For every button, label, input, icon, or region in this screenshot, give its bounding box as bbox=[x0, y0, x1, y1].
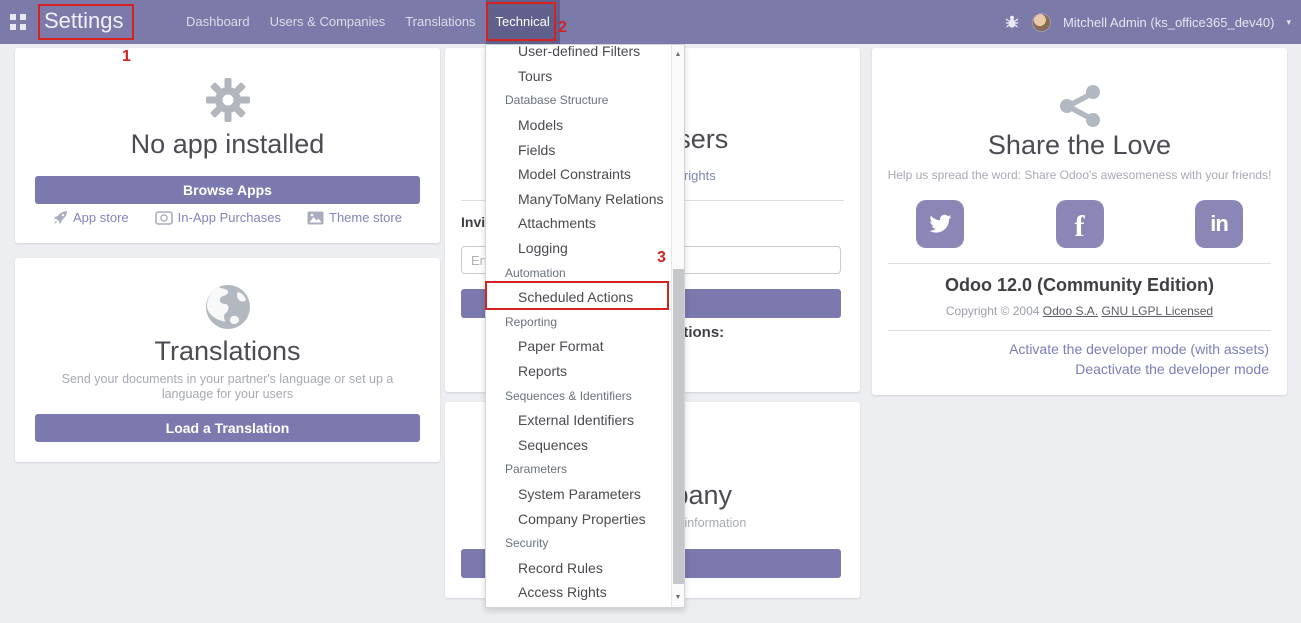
user-avatar[interactable] bbox=[1032, 13, 1051, 32]
share-card-title: Share the Love bbox=[872, 130, 1287, 161]
chevron-down-icon: ▾ bbox=[1286, 17, 1291, 28]
menu-item-access-rights[interactable]: Access Rights bbox=[486, 580, 672, 605]
apps-card-title: No app installed bbox=[15, 129, 440, 160]
app-store-link[interactable]: App store bbox=[53, 210, 129, 225]
theme-store-link[interactable]: Theme store bbox=[307, 210, 402, 225]
scroll-up-icon[interactable]: ▲ bbox=[672, 51, 684, 58]
globe-icon bbox=[15, 284, 440, 330]
technical-menu-list: User-defined Filters Tours Database Stru… bbox=[486, 44, 672, 605]
odoo-settings-page: Settings Dashboard Users & Companies Tra… bbox=[0, 0, 1301, 623]
scrollbar-thumb[interactable] bbox=[673, 269, 684, 584]
nav-menu: Dashboard Users & Companies Translations… bbox=[176, 0, 560, 44]
nav-item-technical[interactable]: Technical bbox=[486, 0, 560, 44]
share-card-subtitle: Help us spread the word: Share Odoo's aw… bbox=[872, 168, 1287, 182]
menu-item-record-rules[interactable]: Record Rules bbox=[486, 555, 672, 580]
share-icon bbox=[872, 84, 1287, 128]
store-links: App store In-App Purchases Theme store bbox=[15, 210, 440, 225]
bug-icon[interactable] bbox=[1004, 14, 1020, 30]
menu-item-manytomany-relations[interactable]: ManyToMany Relations bbox=[486, 187, 672, 212]
share-card: Share the Love Help us spread the word: … bbox=[872, 48, 1287, 395]
menu-item-model-constraints[interactable]: Model Constraints bbox=[486, 162, 672, 187]
linkedin-button[interactable]: in bbox=[1195, 200, 1243, 248]
twitter-icon bbox=[926, 212, 954, 236]
scroll-down-icon[interactable]: ▼ bbox=[672, 594, 684, 601]
nav-item-users-companies[interactable]: Users & Companies bbox=[260, 0, 396, 44]
apps-card: No app installed Browse Apps App store I… bbox=[15, 48, 440, 243]
nav-item-dashboard[interactable]: Dashboard bbox=[176, 0, 260, 44]
rocket-icon bbox=[53, 210, 68, 225]
odoo-sa-link[interactable]: Odoo S.A. bbox=[1043, 304, 1098, 318]
divider bbox=[888, 330, 1271, 331]
image-icon bbox=[307, 211, 324, 225]
odoo-version: Odoo 12.0 (Community Edition) bbox=[872, 275, 1287, 296]
menu-item-tours[interactable]: Tours bbox=[486, 64, 672, 89]
menu-item-attachments[interactable]: Attachments bbox=[486, 211, 672, 236]
in-app-purchases-label: In-App Purchases bbox=[178, 210, 281, 225]
menu-item-external-identifiers[interactable]: External Identifiers bbox=[486, 408, 672, 433]
divider bbox=[888, 263, 1271, 264]
menu-item-sequences[interactable]: Sequences bbox=[486, 433, 672, 458]
theme-store-label: Theme store bbox=[329, 210, 402, 225]
social-row: f in bbox=[872, 200, 1287, 248]
user-menu[interactable]: Mitchell Admin (ks_office365_dev40) bbox=[1063, 15, 1275, 30]
browse-apps-button[interactable]: Browse Apps bbox=[35, 176, 420, 204]
load-translation-button[interactable]: Load a Translation bbox=[35, 414, 420, 442]
app-store-label: App store bbox=[73, 210, 129, 225]
menu-item-paper-format[interactable]: Paper Format bbox=[486, 334, 672, 359]
facebook-button[interactable]: f bbox=[1056, 200, 1104, 248]
menu-item-fields[interactable]: Fields bbox=[486, 137, 672, 162]
menu-section-security: Security bbox=[486, 531, 672, 556]
menu-section-automation: Automation bbox=[486, 260, 672, 285]
menu-section-database-structure: Database Structure bbox=[486, 88, 672, 113]
menu-item-models[interactable]: Models bbox=[486, 113, 672, 138]
menu-item-user-defined-filters[interactable]: User-defined Filters bbox=[486, 44, 672, 64]
menu-item-scheduled-actions[interactable]: Scheduled Actions bbox=[486, 285, 672, 310]
apps-grid-icon[interactable] bbox=[10, 14, 26, 30]
translations-card-subtitle: Send your documents in your partner's la… bbox=[45, 372, 410, 402]
menu-section-parameters: Parameters bbox=[486, 457, 672, 482]
menu-section-reporting: Reporting bbox=[486, 310, 672, 335]
translations-card-title: Translations bbox=[15, 336, 440, 367]
coin-icon bbox=[155, 211, 173, 225]
twitter-button[interactable] bbox=[916, 200, 964, 248]
dropdown-scrollbar[interactable]: ▲ ▼ bbox=[671, 45, 684, 607]
menu-item-system-parameters[interactable]: System Parameters bbox=[486, 482, 672, 507]
deactivate-dev-mode-link[interactable]: Deactivate the developer mode bbox=[1075, 361, 1269, 377]
gnu-lgpl-link[interactable]: GNU LGPL Licensed bbox=[1102, 304, 1214, 318]
navbar-right: Mitchell Admin (ks_office365_dev40) ▾ bbox=[1004, 0, 1291, 44]
top-navbar: Settings Dashboard Users & Companies Tra… bbox=[0, 0, 1301, 44]
in-app-purchases-link[interactable]: In-App Purchases bbox=[155, 210, 281, 225]
gear-icon bbox=[15, 76, 440, 124]
nav-item-translations[interactable]: Translations bbox=[395, 0, 485, 44]
activate-dev-mode-assets-link[interactable]: Activate the developer mode (with assets… bbox=[1009, 341, 1269, 357]
copyright-line: Copyright © 2004 Odoo S.A. GNU LGPL Lice… bbox=[872, 304, 1287, 318]
menu-section-sequences-identifiers: Sequences & Identifiers bbox=[486, 383, 672, 408]
technical-dropdown-menu: User-defined Filters Tours Database Stru… bbox=[485, 44, 685, 608]
translations-card: Translations Send your documents in your… bbox=[15, 258, 440, 462]
facebook-icon: f bbox=[1075, 210, 1085, 244]
copyright-text: Copyright © 2004 bbox=[946, 304, 1043, 318]
linkedin-icon: in bbox=[1210, 211, 1228, 237]
menu-item-logging[interactable]: Logging bbox=[486, 236, 672, 261]
menu-item-company-properties[interactable]: Company Properties bbox=[486, 506, 672, 531]
menu-item-reports[interactable]: Reports bbox=[486, 359, 672, 384]
app-title-settings[interactable]: Settings bbox=[44, 8, 124, 34]
